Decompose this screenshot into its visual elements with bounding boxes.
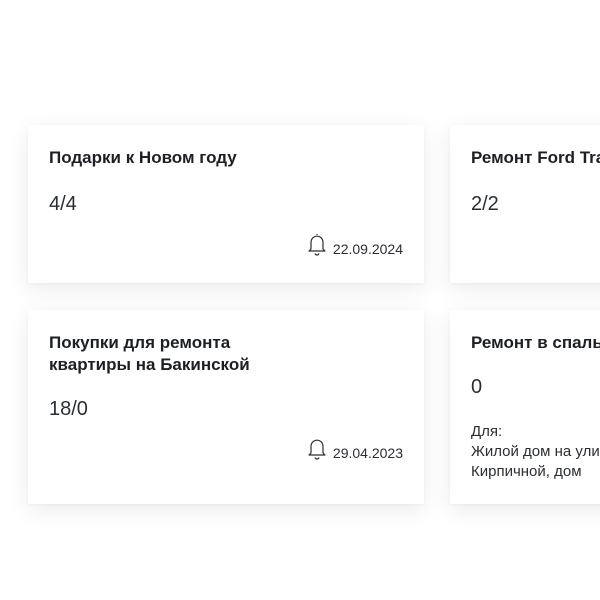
card-count: 18/0 [49, 398, 88, 420]
card-date: 22.09.2024 [332, 241, 403, 257]
bell-icon [308, 439, 326, 460]
card-footer: 29.04.2023 [307, 437, 403, 461]
card-title: Покупки для ремонта квартиры на Бакинско… [49, 333, 250, 374]
project-card[interactable]: Подарки к Новом году 4/4 22.09.2024 [28, 125, 424, 283]
card-for-label: Для: [471, 423, 503, 440]
card-address: Жилой дом на улице Кирпичной, дом [471, 443, 600, 480]
card-title: Ремонт Ford Transit [471, 148, 600, 167]
card-title: Ремонт в спальне [471, 333, 600, 352]
card-count: 0 [471, 376, 483, 398]
card-date: 29.04.2023 [332, 445, 403, 461]
projects-grid: Подарки к Новом году 4/4 22.09.2024 Ремо… [0, 0, 600, 600]
project-card[interactable]: Ремонт Ford Transit 2/2 [450, 125, 600, 283]
bell-icon [308, 234, 326, 256]
card-title: Подарки к Новом году [49, 148, 237, 167]
card-footer: 22.09.2024 [307, 233, 403, 257]
card-count: 2/2 [471, 193, 499, 215]
project-card[interactable]: Покупки для ремонта квартиры на Бакинско… [28, 310, 424, 504]
project-card[interactable]: Ремонт в спальне 0 Для: Жилой дом на ули… [450, 310, 600, 504]
card-count: 4/4 [49, 193, 77, 215]
